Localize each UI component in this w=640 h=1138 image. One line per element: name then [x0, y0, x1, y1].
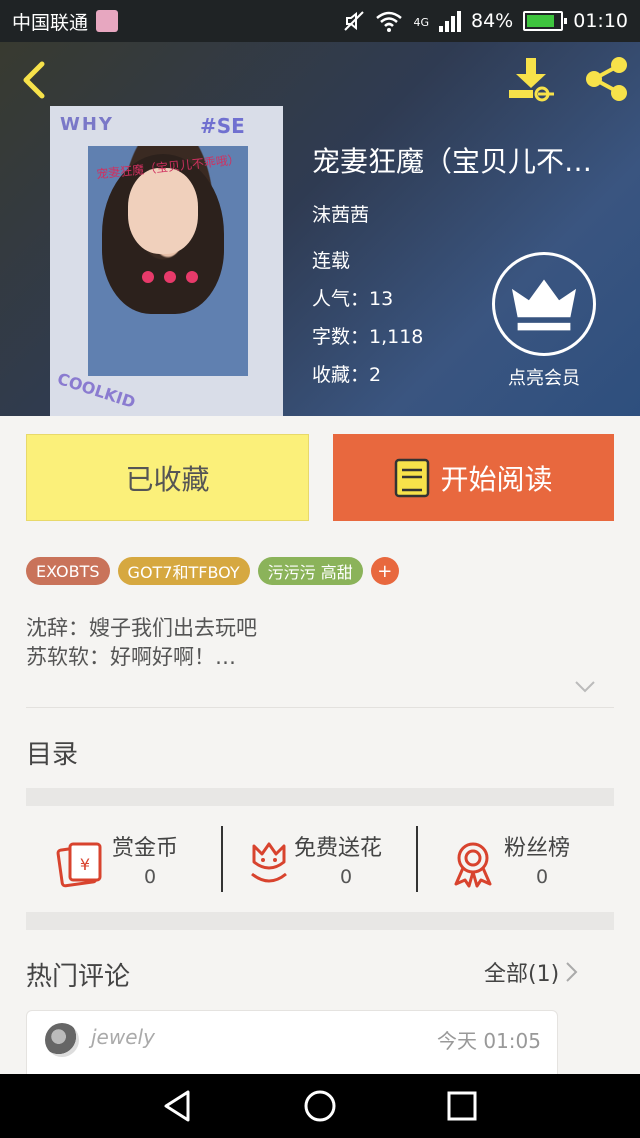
- battery-percent: 84%: [471, 10, 514, 32]
- stat-divider: [416, 826, 418, 892]
- notification-icon: [96, 10, 119, 32]
- book-header: WHY #SE 宠妻狂魔（宝贝儿不乖哦） COOLKID 宠妻狂魔（宝贝儿不… …: [0, 42, 640, 416]
- all-comments-label: 全部(1): [484, 962, 560, 987]
- stat-divider: [221, 826, 223, 892]
- add-tag-button[interactable]: +: [370, 557, 399, 585]
- summary-line-1: 沈辞：嫂子我们出去玩吧: [26, 616, 257, 640]
- share-icon[interactable]: [582, 56, 630, 102]
- book-cover[interactable]: WHY #SE 宠妻狂魔（宝贝儿不乖哦） COOLKID: [50, 106, 283, 416]
- nav-recents-icon[interactable]: [444, 1088, 480, 1124]
- signal-icon: [439, 10, 461, 32]
- status-right: 4G 84% 01:10: [343, 10, 628, 32]
- favorite-label: 已收藏: [125, 462, 210, 496]
- tag-item[interactable]: EXOBTS: [26, 557, 110, 585]
- book-summary[interactable]: 沈辞：嫂子我们出去玩吧 苏软软：好啊好啊！…: [26, 614, 616, 672]
- book-title: 宠妻狂魔（宝贝儿不…: [312, 145, 593, 178]
- fan-ranking-label: 粉丝榜: [504, 836, 571, 861]
- summary-line-2: 苏软软：好啊好啊！…: [26, 645, 236, 669]
- tag-item[interactable]: 污污污 高甜: [257, 557, 363, 585]
- favorite-button[interactable]: 已收藏: [26, 434, 309, 521]
- battery-icon: [523, 11, 568, 31]
- red-envelope-icon: ¥: [56, 842, 102, 888]
- book-status: 连载: [312, 250, 351, 272]
- hot-comments-title: 热门评论: [26, 962, 131, 992]
- section-band: [26, 788, 614, 806]
- chevron-down-icon[interactable]: [574, 680, 596, 694]
- status-bar: 中国联通 4G 84% 01:10: [0, 0, 640, 42]
- reward-coins-count: 0: [144, 866, 157, 888]
- clock: 01:10: [573, 10, 628, 32]
- chevron-right-icon: [566, 962, 578, 982]
- flower-icon: [251, 842, 287, 883]
- start-reading-label: 开始阅读: [440, 462, 553, 496]
- tag-item[interactable]: GOT7和TFBOY: [117, 557, 250, 585]
- tag-list: EXOBTS GOT7和TFBOY 污污污 高甜 +: [26, 557, 399, 585]
- catalog-title[interactable]: 目录: [26, 734, 78, 771]
- carrier-group: 中国联通: [12, 8, 119, 35]
- svg-text:¥: ¥: [80, 855, 90, 874]
- carrier-name: 中国联通: [12, 11, 89, 34]
- cover-face: [128, 168, 198, 254]
- send-flower-button[interactable]: 免费送花 0: [244, 826, 440, 894]
- book-word-count: 字数：1,118: [312, 326, 424, 348]
- nav-home-icon[interactable]: [302, 1088, 338, 1124]
- reward-coins-label: 赏金币: [112, 836, 179, 861]
- section-band: [26, 912, 614, 930]
- fan-ranking-count: 0: [536, 866, 549, 888]
- book-favorites: 收藏：2: [312, 364, 382, 386]
- download-icon[interactable]: [506, 56, 556, 102]
- divider: [26, 707, 614, 708]
- send-flower-label: 免费送花: [294, 836, 383, 861]
- book-popularity: 人气：13: [312, 288, 394, 310]
- cover-text-se: #SE: [200, 114, 245, 138]
- avatar[interactable]: [45, 1023, 79, 1057]
- comment-card[interactable]: jewely 今天 01:05: [26, 1010, 558, 1080]
- cover-hearts-icon: [142, 271, 198, 283]
- send-flower-count: 0: [340, 866, 353, 888]
- back-icon[interactable]: [16, 60, 56, 100]
- crown-icon[interactable]: [492, 252, 596, 356]
- network-type: 4G: [413, 16, 429, 29]
- mute-icon: [344, 11, 365, 31]
- book-icon: [395, 458, 430, 497]
- vip-label[interactable]: 点亮会员: [492, 364, 596, 390]
- book-author[interactable]: 沫茜茜: [312, 200, 369, 227]
- medal-icon: [454, 842, 492, 888]
- wifi-icon: [376, 11, 403, 32]
- comment-time: 今天 01:05: [437, 1029, 541, 1053]
- start-reading-button[interactable]: 开始阅读: [333, 434, 614, 521]
- all-comments-link[interactable]: 全部(1): [484, 956, 579, 988]
- cover-text-why: WHY: [60, 114, 114, 135]
- battery-fill: [527, 15, 555, 27]
- comment-username[interactable]: jewely: [91, 1025, 155, 1049]
- fan-ranking-button[interactable]: 粉丝榜 0: [448, 826, 640, 894]
- system-nav-bar: [0, 1074, 640, 1138]
- nav-back-icon[interactable]: [160, 1088, 196, 1124]
